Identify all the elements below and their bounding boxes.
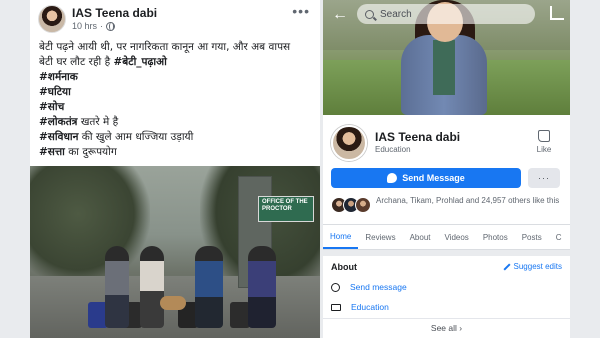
line-text: का दुरूपयोग [64,146,117,158]
pencil-icon [502,262,511,271]
friends-like-text[interactable]: Archana, Tikam, Prohlad and 24,957 other… [376,196,561,206]
friends-like-row: Archana, Tikam, Prohlad and 24,957 other… [331,195,563,217]
hashtag-link[interactable]: #शर्मनाक [39,71,78,83]
section-divider [323,250,570,256]
tab-home[interactable]: Home [323,225,359,249]
page-category: Education [375,145,411,154]
messenger-icon [387,173,398,183]
screenshot-frame: IAS Teena dabi 10 hrs · ••• बेटी पढ़ने आ… [0,0,600,338]
post-line: #सविधान की खुले आम धज्जिया उड़ायी [39,130,314,145]
line-text: की खुले आम धज्जिया उड़ायी [78,131,194,143]
globe-icon [106,21,116,31]
page-tabs: Home Reviews About Videos Photos Posts C [323,224,570,250]
search-input[interactable] [380,8,520,20]
see-all-button[interactable]: See all › [323,318,570,333]
photo-dog [160,296,186,310]
post-photo[interactable]: OFFICE OF THE PROCTOR [30,166,320,338]
facebook-post: IAS Teena dabi 10 hrs · ••• बेटी पढ़ने आ… [30,0,320,338]
photo-person [105,246,129,328]
about-send-message[interactable]: Send message [331,282,407,292]
post-line: बेटी घर लौट रही है #बेटी_पढ़ाओ [39,55,314,70]
back-arrow-icon[interactable]: ← [332,6,348,24]
hashtag-link[interactable]: #लोकतंत्र [39,116,77,128]
like-label: Like [536,145,552,154]
hashtag-link[interactable]: #सत्ता [39,146,65,158]
hashtag-link[interactable]: #सोच [39,101,64,113]
photo-tree [30,166,150,286]
line-text: बेटी पढ़ने आयी थी, पर नागरिकता कानून आ ग… [39,41,291,53]
tab-about[interactable]: About [403,225,438,249]
suggest-edits-label: Suggest edits [513,262,562,271]
thumbs-up-icon [538,130,550,142]
line-text: बेटी घर लौट रही है [39,56,114,68]
send-message-button[interactable]: Send Message [331,168,521,188]
post-line: #लोकतंत्र खतरे मे है [39,115,314,130]
post-author-name[interactable]: IAS Teena dabi [72,6,157,20]
post-line: #सत्ता का दुरूपयोग [39,145,314,160]
photo-person [248,246,276,328]
hashtag-link[interactable]: #बेटी_पढ़ाओ [114,56,167,68]
suggest-edits-link[interactable]: Suggest edits [502,262,562,271]
post-line: #सोच [39,100,314,115]
post-timestamp[interactable]: 10 hrs · [72,21,116,31]
about-education[interactable]: Education [331,302,389,312]
like-button[interactable]: Like [530,130,558,154]
tab-videos[interactable]: Videos [437,225,475,249]
facebook-page: ← IAS Teena dabi Education Like Send Mes… [323,0,570,338]
tab-photos[interactable]: Photos [476,225,515,249]
cover-photo[interactable]: ← [323,0,570,115]
search-icon [365,9,374,19]
more-dots-icon[interactable]: ••• [292,3,310,19]
right-margin [570,0,600,338]
page-profile-picture[interactable] [331,125,367,161]
friend-avatar[interactable] [355,197,371,213]
tab-community[interactable]: C [549,225,569,249]
about-section-title: About [331,262,357,272]
photo-sign: OFFICE OF THE PROCTOR [258,196,314,222]
separator-dot: · [100,21,104,31]
post-line: #शर्मनाक [39,70,314,85]
share-icon[interactable] [550,6,564,20]
post-line: बेटी पढ़ने आयी थी, पर नागरिकता कानून आ ग… [39,40,314,55]
tab-reviews[interactable]: Reviews [358,225,402,249]
search-bar[interactable] [357,4,535,24]
about-education-label: Education [351,302,389,312]
hashtag-link[interactable]: #सविधान [39,131,78,143]
page-name[interactable]: IAS Teena dabi [375,130,460,144]
tab-posts[interactable]: Posts [515,225,549,249]
hashtag-link[interactable]: #घटिया [39,86,71,98]
post-line: #घटिया [39,85,314,100]
post-time: 10 hrs [72,21,98,31]
about-send-message-label: Send message [350,282,407,292]
author-avatar[interactable] [38,5,66,33]
photo-suitcase [230,302,250,328]
more-options-button[interactable]: ··· [528,168,560,188]
post-text: बेटी पढ़ने आयी थी, पर नागरिकता कानून आ ग… [39,40,314,160]
photo-person [195,246,223,328]
line-text: खतरे मे है [77,116,119,128]
message-icon [331,282,340,292]
photo-person [140,246,164,328]
left-margin [0,0,30,338]
cover-person-shirt [433,40,455,95]
send-message-label: Send Message [402,173,465,183]
post-header: IAS Teena dabi 10 hrs · ••• [30,0,320,38]
category-icon [331,303,341,311]
